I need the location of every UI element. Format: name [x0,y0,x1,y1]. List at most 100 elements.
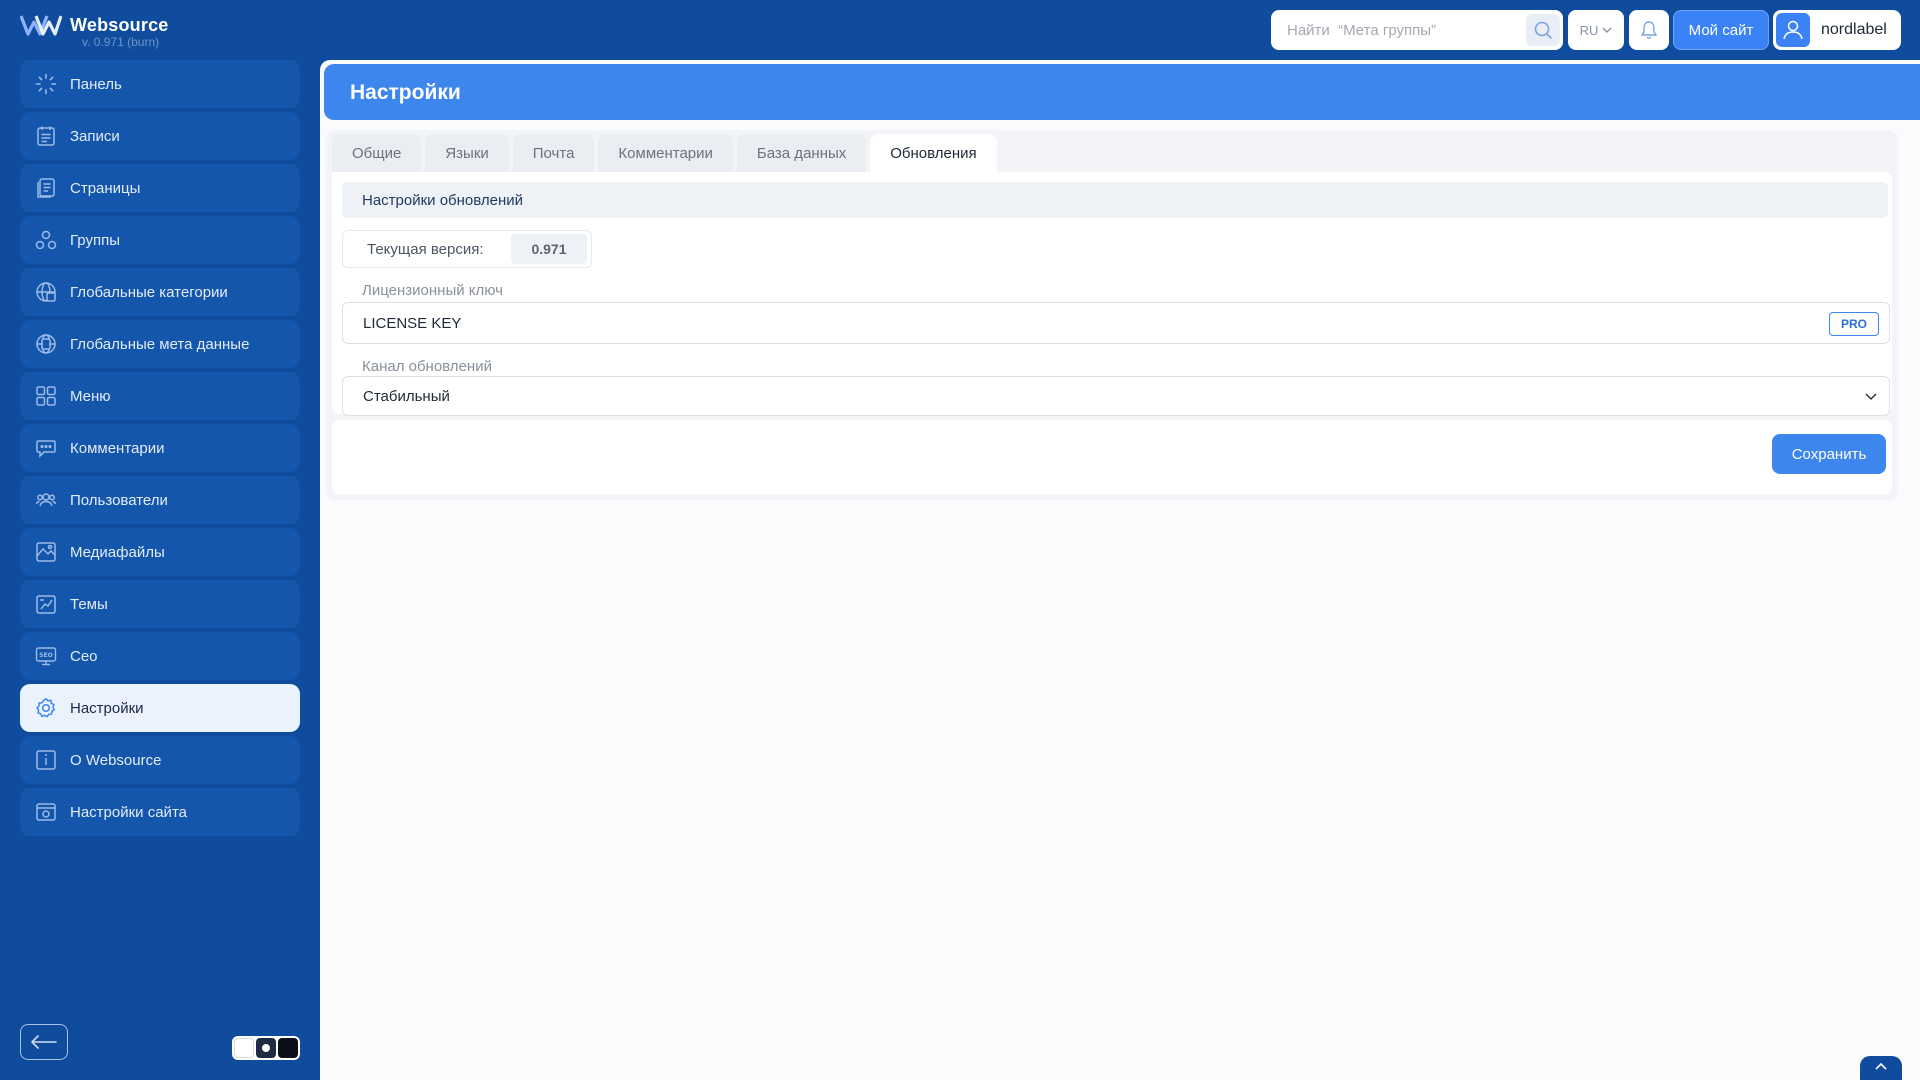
scroll-to-top-button[interactable] [1860,1056,1902,1080]
sidebar-item-label: Панель [70,75,122,93]
sidebar-item-label: Страницы [70,179,141,197]
themes-icon [34,592,58,616]
theme-switcher [232,1036,300,1060]
sidebar-item-site-settings[interactable]: Настройки сайта [20,788,300,836]
bell-icon [1640,21,1658,39]
chevron-up-icon [1875,1062,1887,1070]
global-categories-icon [34,280,58,304]
search-input[interactable] [1271,10,1521,50]
comments-icon [34,436,58,460]
sidebar-item-global-meta[interactable]: Глобальные мета данные [20,320,300,368]
sidebar-item-label: Глобальные категории [70,283,228,301]
sidebar-item-media[interactable]: Медиафайлы [20,528,300,576]
collapse-sidebar-button[interactable] [20,1024,68,1060]
theme-light-option[interactable] [234,1038,254,1058]
page-header: Настройки [324,64,1920,120]
theme-dark-option[interactable] [278,1038,298,1058]
user-menu[interactable]: nordlabel [1773,10,1901,50]
sidebar-item-label: Глобальные мета данные [70,335,250,353]
svg-text:SEO: SEO [39,652,53,659]
language-label: RU [1579,22,1599,38]
sidebar-item-label: Меню [70,387,111,405]
sidebar-item-label: Настройки сайта [70,803,187,821]
posts-icon [34,124,58,148]
site-settings-icon [34,800,58,824]
sidebar-item-global-categories[interactable]: Глобальные категории [20,268,300,316]
page-title: Настройки [350,81,461,104]
main-content: Настройки Общие Языки Почта Комментарии … [320,60,1920,1080]
settings-tabs: Общие Языки Почта Комментарии База данны… [332,134,997,172]
sidebar-item-label: Темы [70,595,108,613]
notifications-button[interactable] [1629,10,1669,50]
sidebar-item-label: Группы [70,231,120,249]
sidebar-item-themes[interactable]: Темы [20,580,300,628]
update-channel-label: Канал обновлений [362,358,492,375]
tab-comments[interactable]: Комментарии [598,134,733,172]
sidebar-item-users[interactable]: Пользователи [20,476,300,524]
gear-icon [34,696,58,720]
user-icon [1783,20,1803,40]
sidebar-item-label: Записи [70,127,120,145]
pro-badge: PRO [1829,312,1879,336]
users-icon [34,488,58,512]
tab-languages[interactable]: Языки [425,134,509,172]
license-key-field[interactable]: LICENSE KEY PRO [342,302,1890,344]
sidebar-item-label: Настройки [70,699,144,717]
update-channel-select[interactable]: Стабильный [342,376,1890,416]
save-button[interactable]: Сохранить [1772,434,1886,474]
sidebar-item-label: Медиафайлы [70,543,165,561]
update-channel-value: Стабильный [363,387,450,405]
logo[interactable]: Websource v. 0.971 (burn) [20,12,170,52]
current-version-label: Текущая версия: [367,240,484,258]
license-key-value: LICENSE KEY [363,314,462,332]
chevron-down-icon [1602,27,1612,34]
current-version: Текущая версия: 0.971 [342,230,592,268]
language-select[interactable]: RU [1568,10,1624,50]
websource-logo-icon [20,15,62,36]
sidebar-item-label: О Websource [70,751,162,769]
menu-grid-icon [34,384,58,408]
tab-updates[interactable]: Обновления [870,134,997,172]
top-bar: Websource v. 0.971 (burn) RU Мой сайт [0,0,1920,60]
current-version-value: 0.971 [511,234,587,264]
app-name: Websource [70,15,169,35]
sidebar-item-settings[interactable]: Настройки [20,684,300,732]
arrow-left-icon [31,1035,57,1049]
app-version: v. 0.971 (burn) [82,35,160,49]
media-icon [34,540,58,564]
sidebar-item-groups[interactable]: Группы [20,216,300,264]
sidebar-item-dashboard[interactable]: Панель [20,60,300,108]
sidebar-item-about[interactable]: О Websource [20,736,300,784]
username: nordlabel [1821,21,1887,38]
sidebar-item-label: Комментарии [70,439,165,457]
tab-mail[interactable]: Почта [512,134,595,172]
sidebar-item-label: Сео [70,647,98,665]
dashboard-icon [34,72,58,96]
avatar [1776,13,1810,47]
chevron-down-icon [1865,393,1877,401]
sidebar-item-posts[interactable]: Записи [20,112,300,160]
pages-icon [34,176,58,200]
info-icon [34,748,58,772]
sidebar-item-pages[interactable]: Страницы [20,164,300,212]
sidebar-item-label: Пользователи [70,491,168,509]
section-title: Настройки обновлений [342,182,1888,218]
settings-card: Общие Языки Почта Комментарии База данны… [326,130,1898,500]
sidebar: Панель Записи Страницы Группы Глобальные… [0,60,320,1080]
seo-icon: SEO [34,644,58,668]
theme-auto-option[interactable] [256,1038,276,1058]
groups-icon [34,228,58,252]
search-icon [1534,21,1552,39]
global-meta-icon [34,332,58,356]
card-footer: Сохранить [332,420,1892,494]
sidebar-item-seo[interactable]: SEO Сео [20,632,300,680]
sidebar-item-comments[interactable]: Комментарии [20,424,300,472]
my-site-button[interactable]: Мой сайт [1673,10,1769,50]
search-button[interactable] [1526,14,1560,46]
tab-general[interactable]: Общие [332,134,422,172]
sidebar-item-menu[interactable]: Меню [20,372,300,420]
tab-database[interactable]: База данных [736,134,867,172]
search-box [1271,10,1563,50]
license-key-label: Лицензионный ключ [362,282,503,299]
updates-panel: Настройки обновлений Текущая версия: 0.9… [332,172,1892,416]
